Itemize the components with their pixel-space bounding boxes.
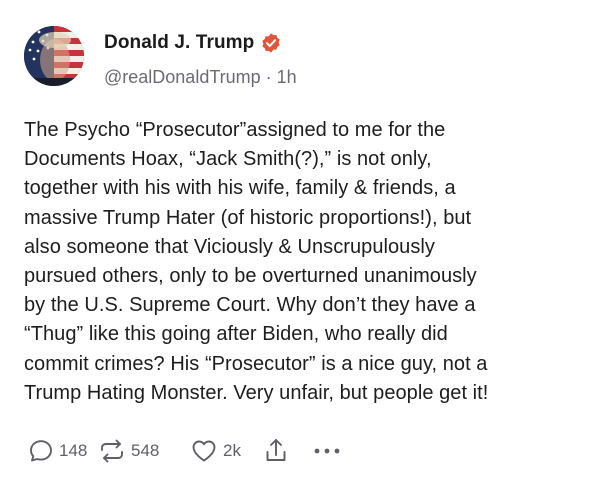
author-names: Donald J. Trump @realDonaldTrump · 1h bbox=[104, 30, 297, 88]
avatar[interactable] bbox=[24, 26, 84, 86]
like-button[interactable]: 2k bbox=[190, 438, 264, 464]
retruth-icon bbox=[98, 438, 126, 464]
post-header: Donald J. Trump @realDonaldTrump · 1h bbox=[24, 26, 297, 90]
truth-post: Donald J. Trump @realDonaldTrump · 1h Th… bbox=[0, 0, 600, 486]
like-count: 2k bbox=[223, 441, 241, 460]
handle[interactable]: @realDonaldTrump bbox=[104, 67, 261, 88]
action-bar: 148 548 2k bbox=[28, 436, 342, 466]
reply-bubble-icon bbox=[28, 438, 54, 464]
separator-dot: · bbox=[265, 66, 272, 87]
post-text: The Psycho “Prosecutor”assigned to me fo… bbox=[24, 119, 489, 404]
heart-icon bbox=[190, 438, 218, 464]
post-time[interactable]: 1h bbox=[277, 67, 297, 88]
retruth-count: 548 bbox=[131, 441, 160, 460]
name-row: Donald J. Trump bbox=[104, 30, 297, 56]
verified-badge-icon bbox=[260, 32, 282, 54]
reply-count: 148 bbox=[59, 441, 88, 460]
more-dots-icon bbox=[312, 446, 342, 456]
avatar-image bbox=[24, 26, 84, 86]
share-button[interactable] bbox=[264, 437, 312, 465]
reply-button[interactable]: 148 bbox=[28, 438, 98, 464]
more-button[interactable] bbox=[312, 446, 342, 456]
handle-row: @realDonaldTrump · 1h bbox=[104, 66, 297, 88]
display-name[interactable]: Donald J. Trump bbox=[104, 32, 254, 54]
retruth-button[interactable]: 548 bbox=[98, 438, 190, 464]
share-icon bbox=[264, 437, 288, 465]
